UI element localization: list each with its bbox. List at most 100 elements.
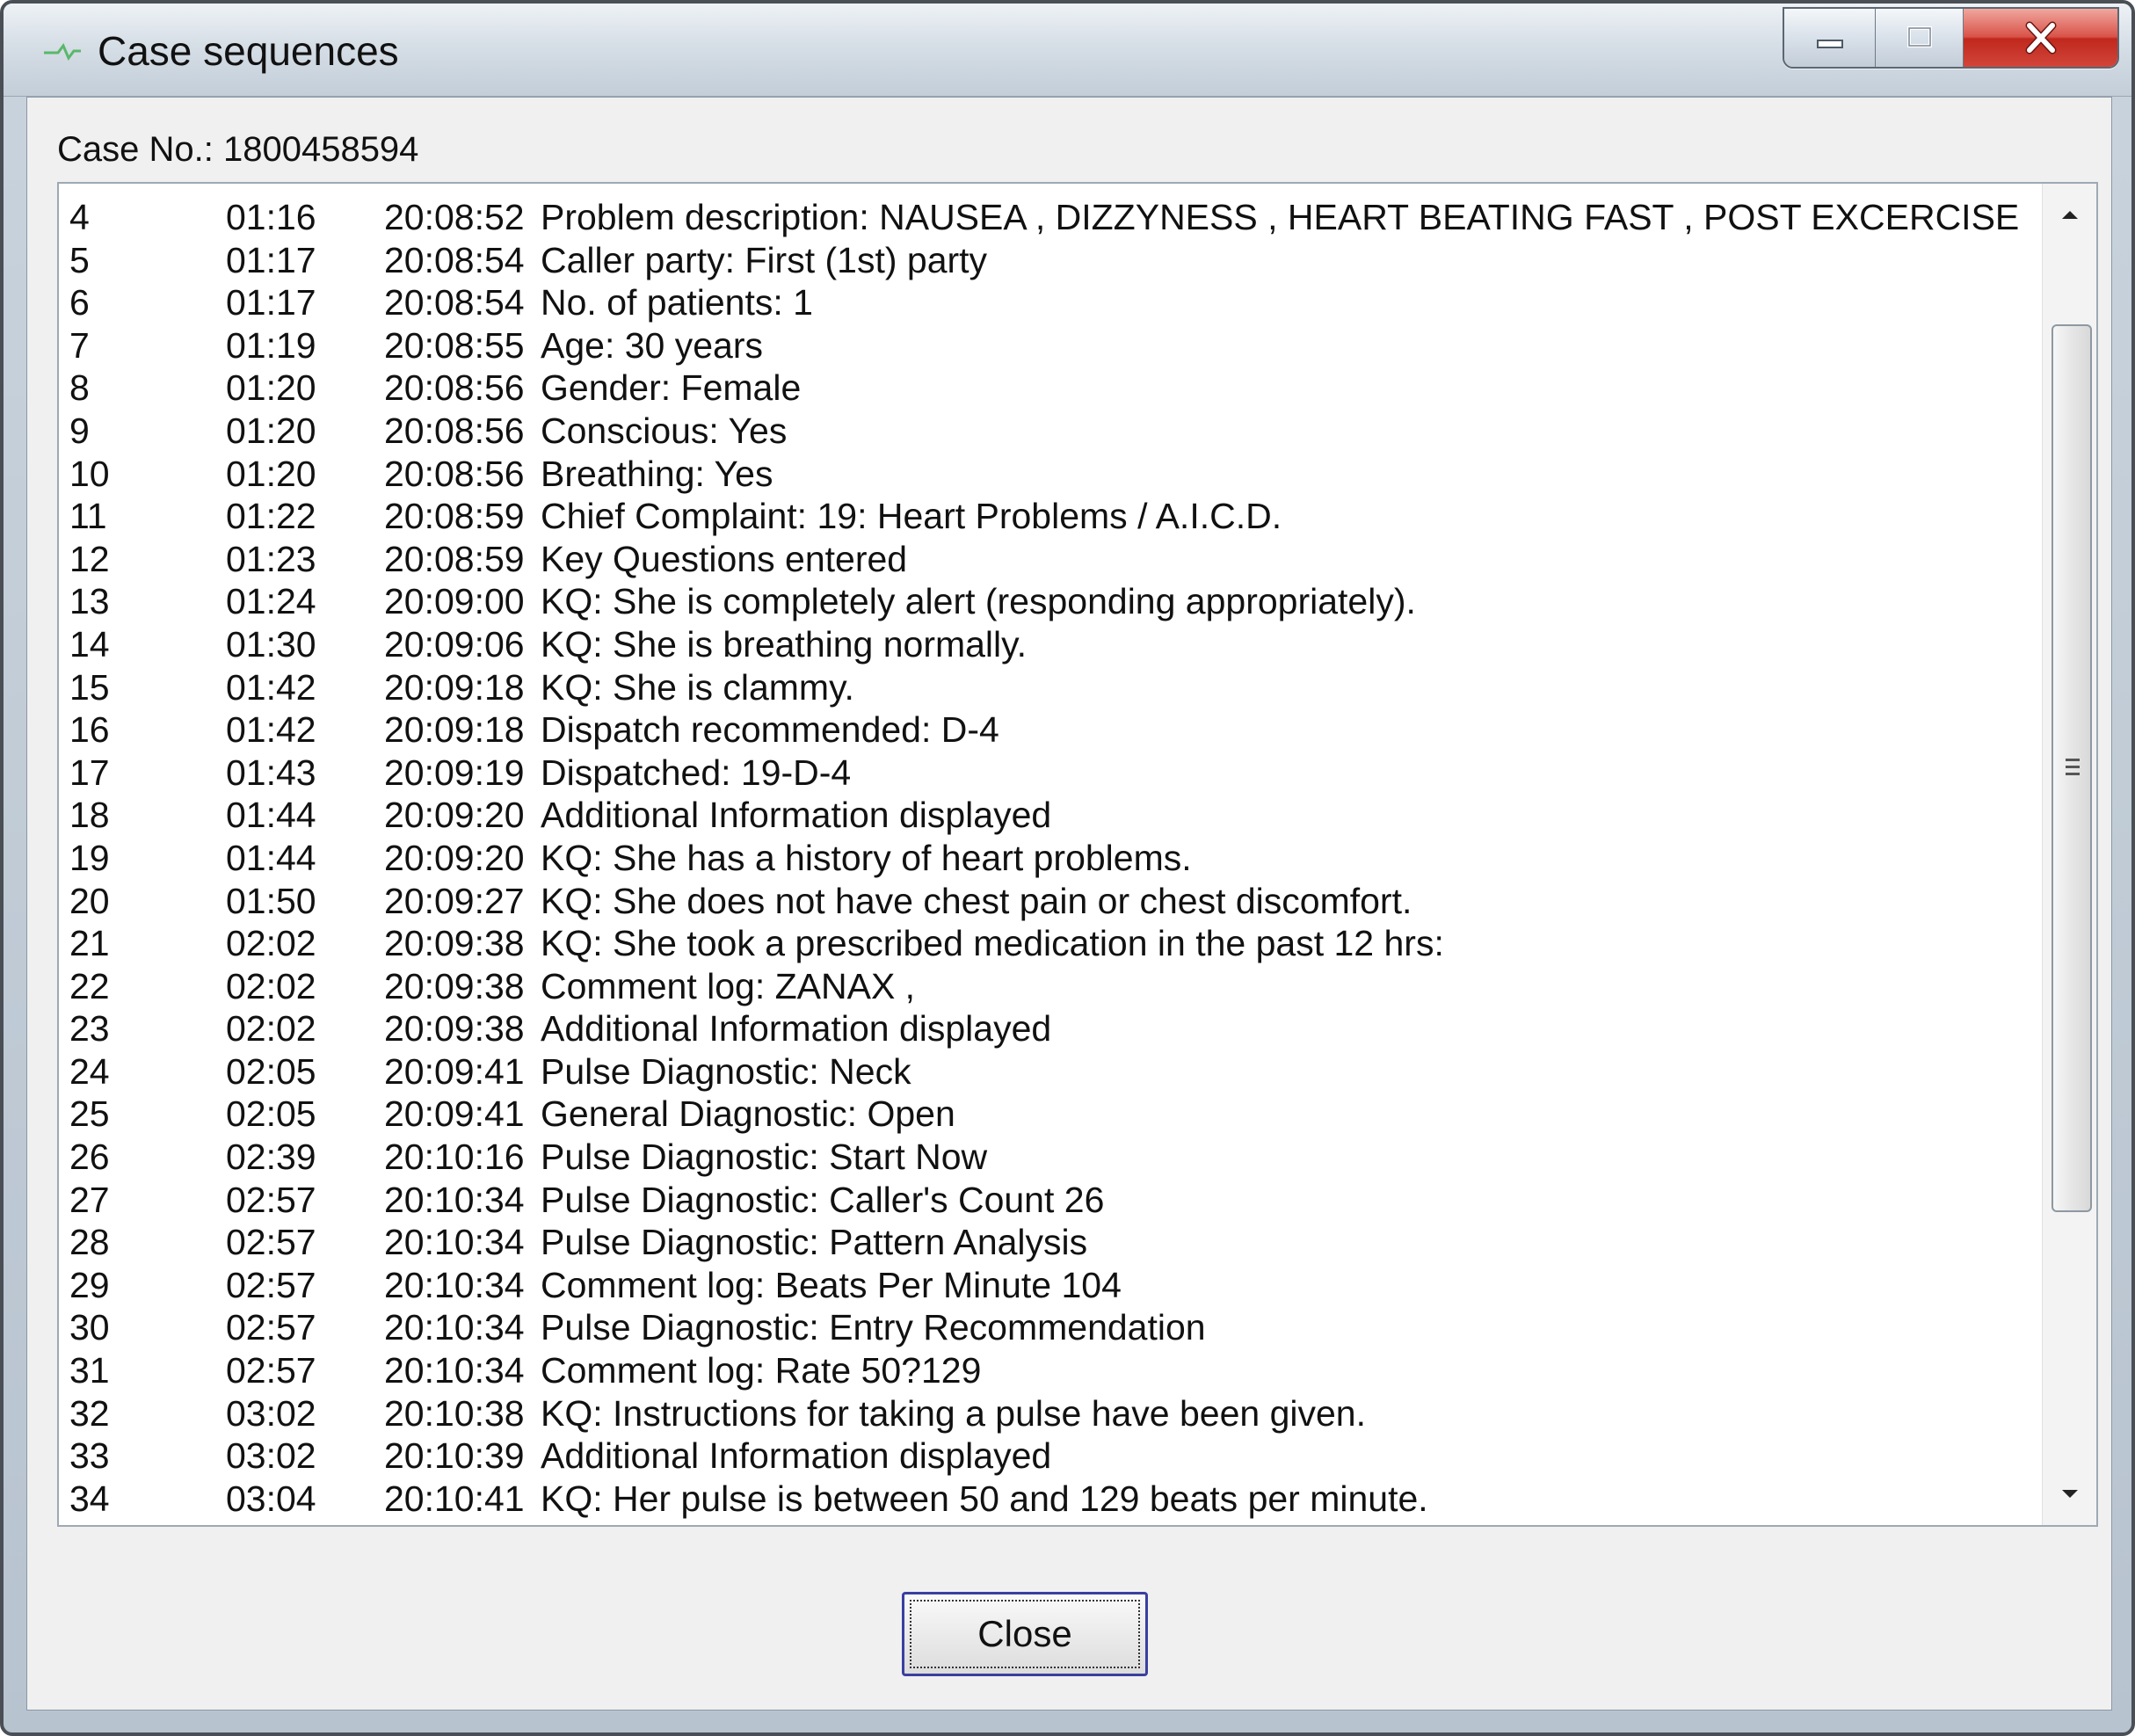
row-clock-time: 20:08:56 (384, 410, 525, 451)
row-clock-time: 20:08:56 (384, 367, 525, 409)
row-number: 27 (69, 1179, 110, 1220)
row-clock-time: 20:10:39 (384, 1435, 525, 1477)
list-item[interactable]: 19 01:44 20:09:20 KQ: She has a history of … (59, 837, 2044, 880)
row-elapsed-time: 01:24 (226, 581, 316, 622)
list-item[interactable]: 15 01:42 20:09:18 KQ: She is clammy. (59, 666, 2044, 709)
sequence-rows: 4 01:16 20:08:52 Problem description: NAUSE… (59, 196, 2044, 1520)
row-description: Chief Complaint: 19: Heart Problems / A.… (541, 496, 1282, 537)
sequence-list[interactable]: 4 01:16 20:08:52 Problem description: NAUSE… (57, 182, 2098, 1527)
row-description: Pulse Diagnostic: Entry Recommendation (541, 1307, 1206, 1348)
list-item[interactable]: 20 01:50 20:09:27 KQ: She does not have che… (59, 880, 2044, 923)
row-number: 34 (69, 1478, 110, 1519)
row-elapsed-time: 01:20 (226, 453, 316, 494)
maximize-button[interactable] (1876, 9, 1964, 67)
minimize-icon (1816, 40, 1843, 48)
row-number: 18 (69, 795, 110, 836)
row-clock-time: 20:09:20 (384, 837, 525, 878)
row-clock-time: 20:08:59 (384, 496, 525, 537)
row-elapsed-time: 01:43 (226, 752, 316, 793)
list-item[interactable]: 33 03:02 20:10:39 Additional Information di… (59, 1435, 2044, 1478)
minimize-button[interactable] (1784, 9, 1876, 67)
row-number: 17 (69, 752, 110, 793)
row-elapsed-time: 02:05 (226, 1093, 316, 1135)
title-bar[interactable]: Case sequences (4, 4, 2131, 97)
app-icon (44, 43, 81, 61)
row-clock-time: 20:08:55 (384, 324, 525, 366)
row-number: 6 (69, 282, 90, 323)
list-item[interactable]: 12 01:23 20:08:59 Key Questions entered (59, 538, 2044, 581)
list-item[interactable]: 26 02:39 20:10:16 Pulse Diagnostic: Start N… (59, 1136, 2044, 1179)
list-item[interactable]: 17 01:43 20:09:19 Dispatched: 19-D-4 (59, 752, 2044, 795)
list-item[interactable]: 29 02:57 20:10:34 Comment log: Beats Per Mi… (59, 1264, 2044, 1307)
row-description: Comment log: Beats Per Minute 104 (541, 1264, 1122, 1305)
row-elapsed-time: 03:02 (226, 1435, 316, 1477)
row-elapsed-time: 01:17 (226, 239, 316, 280)
list-item[interactable]: 6 01:17 20:08:54 No. of patients: 1 (59, 281, 2044, 324)
close-window-button[interactable] (1964, 9, 2117, 67)
list-item[interactable]: 13 01:24 20:09:00 KQ: She is completely ale… (59, 580, 2044, 623)
row-clock-time: 20:09:20 (384, 795, 525, 836)
list-item[interactable]: 10 01:20 20:08:56 Breathing: Yes (59, 453, 2044, 496)
list-item[interactable]: 7 01:19 20:08:55 Age: 30 years (59, 324, 2044, 367)
row-elapsed-time: 01:30 (226, 623, 316, 665)
row-description: Additional Information displayed (541, 1435, 1052, 1477)
row-number: 8 (69, 367, 90, 409)
list-item[interactable]: 9 01:20 20:08:56 Conscious: Yes (59, 410, 2044, 453)
row-number: 21 (69, 923, 110, 964)
row-description: KQ: She is breathing normally. (541, 623, 1027, 665)
list-item[interactable]: 4 01:16 20:08:52 Problem description: NAUSE… (59, 196, 2044, 239)
row-number: 29 (69, 1264, 110, 1305)
row-clock-time: 20:10:34 (384, 1222, 525, 1263)
caption-buttons (1783, 7, 2119, 69)
list-item[interactable]: 14 01:30 20:09:06 KQ: She is breathing norm… (59, 623, 2044, 666)
list-item[interactable]: 24 02:05 20:09:41 Pulse Diagnostic: Neck (59, 1050, 2044, 1093)
row-number: 23 (69, 1008, 110, 1050)
list-item[interactable]: 18 01:44 20:09:20 Additional Information di… (59, 794, 2044, 837)
row-elapsed-time: 01:42 (226, 709, 316, 751)
list-item[interactable]: 31 02:57 20:10:34 Comment log: Rate 50?129 (59, 1349, 2044, 1392)
list-item[interactable]: 21 02:02 20:09:38 KQ: She took a prescribed… (59, 922, 2044, 965)
list-item[interactable]: 23 02:02 20:09:38 Additional Information di… (59, 1007, 2044, 1050)
row-clock-time: 20:09:41 (384, 1050, 525, 1092)
close-button[interactable]: Close (902, 1592, 1148, 1676)
list-item[interactable]: 22 02:02 20:09:38 Comment log: ZANAX , (59, 965, 2044, 1008)
list-item[interactable]: 25 02:05 20:09:41 General Diagnostic: Open (59, 1093, 2044, 1136)
list-item[interactable]: 28 02:57 20:10:34 Pulse Diagnostic: Pattern… (59, 1221, 2044, 1264)
row-number: 4 (69, 197, 90, 237)
row-description: KQ: She does not have chest pain or ches… (541, 880, 1412, 921)
scroll-up-button[interactable] (2043, 191, 2096, 238)
list-item[interactable]: 34 03:04 20:10:41 KQ: Her pulse is between … (59, 1478, 2044, 1521)
row-description: KQ: Her pulse is between 50 and 129 beat… (541, 1478, 1428, 1519)
row-number: 26 (69, 1137, 110, 1178)
row-number: 19 (69, 837, 110, 878)
list-item[interactable]: 30 02:57 20:10:34 Pulse Diagnostic: Entry R… (59, 1306, 2044, 1349)
scroll-down-button[interactable] (2043, 1471, 2096, 1518)
list-item[interactable]: 5 01:17 20:08:54 Caller party: First (1st) … (59, 239, 2044, 282)
list-item[interactable]: 27 02:57 20:10:34 Pulse Diagnostic: Caller'… (59, 1179, 2044, 1222)
row-number: 11 (69, 496, 107, 537)
row-description: Conscious: Yes (541, 410, 788, 451)
row-description: Gender: Female (541, 367, 802, 409)
row-clock-time: 20:09:38 (384, 1008, 525, 1050)
list-item[interactable]: 32 03:02 20:10:38 KQ: Instructions for taki… (59, 1392, 2044, 1435)
list-item[interactable]: 11 01:22 20:08:59 Chief Complaint: 19: Hear… (59, 495, 2044, 538)
row-number: 24 (69, 1050, 110, 1092)
row-elapsed-time: 01:16 (226, 197, 316, 237)
row-elapsed-time: 02:57 (226, 1222, 316, 1263)
row-clock-time: 20:10:16 (384, 1137, 525, 1178)
row-clock-time: 20:09:06 (384, 623, 525, 665)
row-description: Pulse Diagnostic: Caller's Count 26 (541, 1179, 1105, 1220)
list-item[interactable]: 8 01:20 20:08:56 Gender: Female (59, 367, 2044, 410)
row-clock-time: 20:09:41 (384, 1093, 525, 1135)
row-number: 7 (69, 324, 90, 366)
row-elapsed-time: 03:04 (226, 1478, 316, 1519)
scrollbar-thumb[interactable] (2051, 324, 2092, 1212)
list-item[interactable]: 16 01:42 20:09:18 Dispatch recommended: D-4 (59, 708, 2044, 752)
row-elapsed-time: 01:20 (226, 367, 316, 409)
row-description: General Diagnostic: Open (541, 1093, 955, 1135)
row-clock-time: 20:08:56 (384, 453, 525, 494)
row-description: Dispatched: 19-D-4 (541, 752, 852, 793)
row-description: Dispatch recommended: D-4 (541, 709, 999, 751)
vertical-scrollbar[interactable] (2042, 184, 2096, 1525)
row-elapsed-time: 01:19 (226, 324, 316, 366)
